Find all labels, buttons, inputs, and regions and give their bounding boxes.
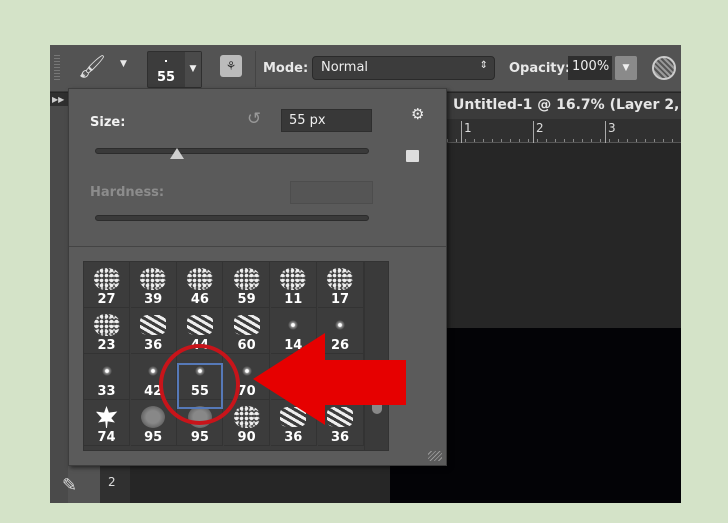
ruler-tick: 1 (461, 121, 472, 143)
brush-size-label: 74 (97, 430, 116, 445)
brush-preset[interactable]: 27 (84, 262, 130, 308)
brush-preset[interactable]: 39 (130, 262, 177, 308)
brush-preset[interactable]: 17 (317, 262, 364, 308)
brush-maple-icon (95, 406, 118, 428)
arrow-shape (253, 333, 406, 425)
brush-preset[interactable]: 33 (84, 354, 130, 400)
brush-dash-icon (186, 315, 213, 335)
brush-star-icon (148, 366, 159, 376)
size-label: Size: (90, 115, 126, 130)
resize-handle-icon[interactable] (428, 451, 442, 461)
horizontal-ruler: 1 2 3 (447, 119, 681, 143)
brush-preset[interactable]: 36 (130, 308, 177, 354)
brush-panel-toggle-icon[interactable]: ⚘ (220, 55, 242, 77)
annotation-arrow (253, 333, 406, 425)
brush-settings: Size: ↺ 55 px ⚙ Hardness: (69, 89, 446, 247)
brush-tip-preview (165, 60, 167, 62)
annotation-circle (159, 344, 240, 425)
airbrush-icon[interactable] (652, 56, 676, 80)
brush-splat-icon (280, 268, 307, 290)
brush-size-label: 23 (97, 338, 116, 353)
toolbar-grip[interactable] (54, 55, 60, 81)
size-input[interactable]: 55 px (281, 109, 372, 132)
tool-preset-dropdown[interactable]: ▼ (120, 59, 127, 69)
brush-preset-picker[interactable]: 55 ▼ (147, 51, 202, 88)
brush-size-label: 36 (144, 338, 163, 353)
size-slider[interactable] (95, 148, 369, 154)
new-preset-icon[interactable] (406, 150, 419, 162)
brush-splat-icon (93, 314, 120, 336)
updown-arrow-icon: ⇕ (479, 60, 488, 71)
brush-size-label: 17 (330, 292, 350, 307)
brush-size-label: 33 (97, 384, 116, 399)
size-slider-thumb[interactable] (170, 148, 185, 159)
history-brush-icon[interactable]: ✎ (62, 475, 77, 496)
brush-size-label: 59 (237, 292, 256, 307)
brush-splat-icon (140, 268, 167, 290)
brush-preset[interactable] (84, 261, 130, 262)
brush-leaf-icon (141, 406, 166, 428)
brush-splat-icon (93, 268, 120, 290)
brush-preset[interactable]: 23 (84, 308, 130, 354)
brush-dash-icon (140, 315, 167, 335)
brush-size-readout: 55 (157, 70, 176, 85)
mode-select[interactable]: Normal ⇕ (312, 56, 495, 80)
brush-tool-icon[interactable]: 🖌 (78, 55, 106, 80)
opacity-label: Opacity: (509, 61, 571, 76)
tools-panel-strip: ▶▶ (50, 93, 68, 503)
ruler-tick: 3 (605, 121, 616, 143)
expand-panel-icon[interactable]: ▶▶ (50, 93, 68, 106)
brush-preset[interactable] (271, 261, 317, 262)
brush-size-label: 46 (190, 292, 209, 307)
brush-star-icon (101, 366, 112, 376)
vertical-ruler: 2 (100, 465, 130, 503)
brush-dash-icon (233, 315, 260, 335)
brush-size-label: 95 (144, 430, 163, 445)
options-bar: 🖌 ▼ 55 ▼ ⚘ Mode: Normal ⇕ Opacity: 100% ▼ (50, 45, 681, 92)
brush-preset[interactable] (224, 261, 270, 262)
brush-star-icon (335, 320, 345, 330)
brush-size-label: 36 (330, 430, 350, 445)
divider (255, 51, 256, 87)
hardness-label: Hardness: (90, 185, 165, 200)
ruler-tick: 2 (533, 121, 544, 143)
brush-preset[interactable]: 74 (84, 400, 130, 446)
brush-splat-icon (186, 268, 213, 290)
brush-size-label: 36 (284, 430, 303, 445)
hardness-input (290, 181, 373, 204)
photoshop-window: 🖌 ▼ 55 ▼ ⚘ Mode: Normal ⇕ Opacity: 100% ▼… (50, 45, 681, 503)
hardness-slider (95, 215, 369, 221)
brush-preset[interactable]: 59 (224, 262, 271, 308)
gear-icon[interactable]: ⚙ (411, 105, 424, 123)
brush-size-label: 39 (144, 292, 163, 307)
chevron-down-icon[interactable]: ▼ (185, 52, 201, 87)
brush-splat-icon (327, 268, 353, 290)
brush-size-label: 27 (97, 292, 116, 307)
brush-preset[interactable]: 11 (270, 262, 317, 308)
mode-value: Normal (321, 60, 369, 75)
brush-size-label: 11 (284, 292, 303, 307)
brush-splat-icon (233, 268, 260, 290)
brush-preset[interactable] (177, 261, 223, 262)
brush-size-label: 90 (237, 430, 256, 445)
opacity-input[interactable]: 100% (568, 56, 612, 80)
brush-preset[interactable] (131, 261, 177, 262)
reset-size-icon[interactable]: ↺ (247, 109, 261, 129)
brush-preset[interactable]: 46 (177, 262, 224, 308)
brush-star-icon (288, 320, 299, 330)
document-tab[interactable]: Untitled-1 @ 16.7% (Layer 2, R (447, 93, 681, 119)
brush-size-label: 95 (190, 430, 209, 445)
brush-star-icon (241, 366, 252, 376)
brush-preset[interactable] (318, 261, 364, 262)
mode-label: Mode: (263, 61, 309, 76)
opacity-dropdown[interactable]: ▼ (615, 56, 637, 80)
